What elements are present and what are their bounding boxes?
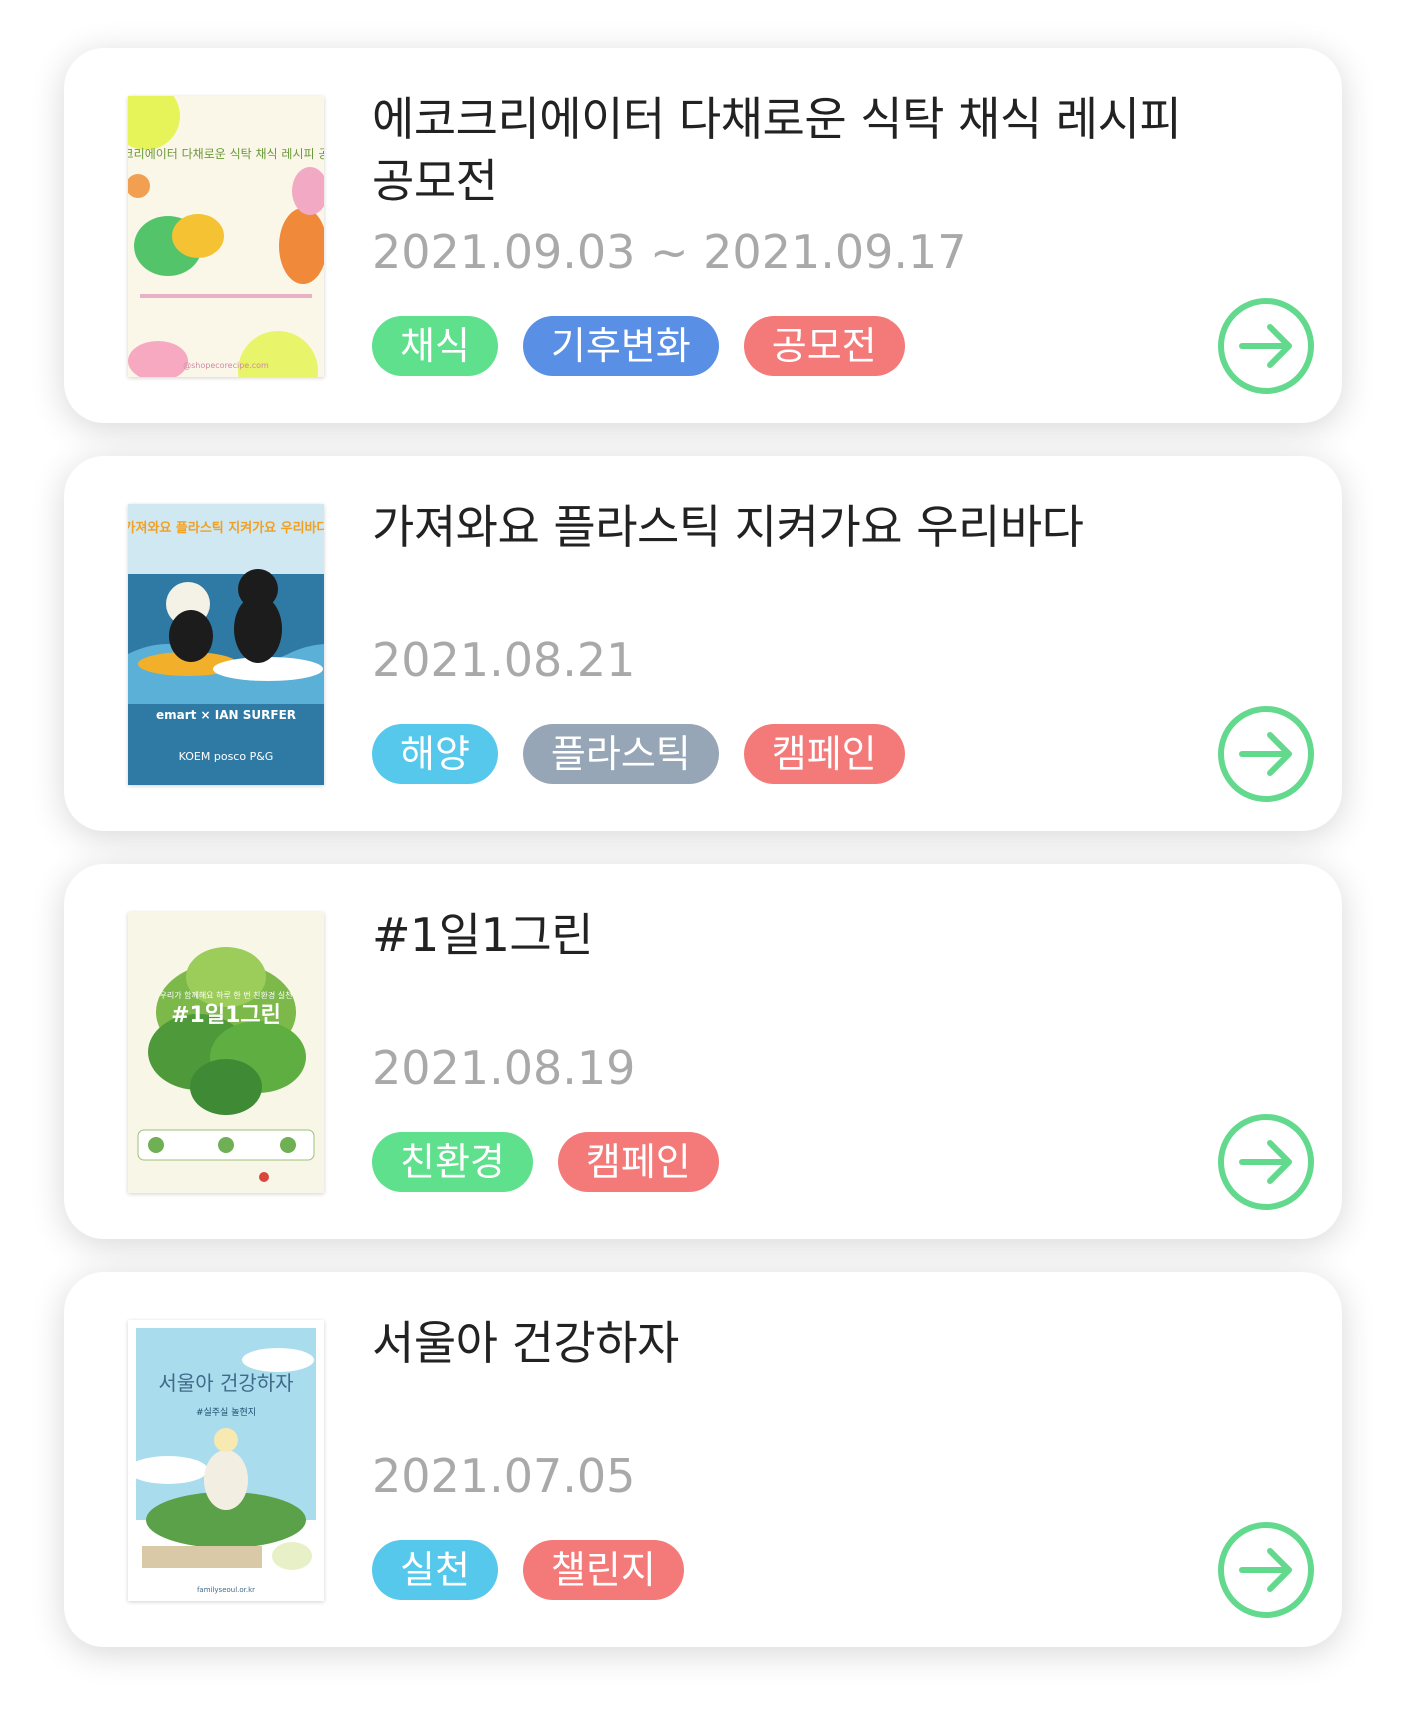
campaign-poster-image: 서울아 건강하자 #실주실 놀현지 familyseoul.or.kr [128, 1320, 324, 1601]
campaign-poster-image: 우리가 함께해요 하루 한 번 친환경 실천 #1일1그린 [128, 912, 324, 1193]
poster-heading: 가져와요 플라스틱 지켜가요 우리바다 [128, 520, 324, 536]
tag-badge[interactable]: 캠페인 [743, 724, 905, 784]
open-detail-button[interactable] [1216, 1520, 1316, 1620]
tag-badge[interactable]: 캠페인 [557, 1132, 719, 1192]
poster-footer: @shopecorecipe.com [183, 361, 269, 370]
poster-graphic: 가져와요 플라스틱 지켜가요 우리바다 emart × IAN SURFER K… [128, 504, 324, 785]
campaign-card[interactable]: 가져와요 플라스틱 지켜가요 우리바다 emart × IAN SURFER K… [64, 456, 1342, 831]
poster-footer: familyseoul.or.kr [197, 1586, 255, 1594]
tag-badge[interactable]: 채식 [372, 316, 498, 376]
poster-subheading: #실주실 놀현지 [196, 1407, 256, 1418]
campaign-card[interactable]: 서울아 건강하자 #실주실 놀현지 familyseoul.or.kr 서울아 … [64, 1272, 1342, 1647]
tag-badge[interactable]: 플라스틱 [522, 724, 719, 784]
tag-list: 채식 기후변화 공모전 [372, 316, 905, 376]
poster-brand: emart × IAN SURFER [156, 708, 296, 722]
poster-heading: 에코크리에이터 다채로운 식탁 채식 레시피 공모전 [128, 147, 324, 161]
arrow-right-circle-icon [1218, 1522, 1314, 1618]
campaign-poster-image: 가져와요 플라스틱 지켜가요 우리바다 emart × IAN SURFER K… [128, 504, 324, 785]
poster-graphic: 서울아 건강하자 #실주실 놀현지 familyseoul.or.kr [128, 1320, 324, 1601]
tag-badge[interactable]: 챌린지 [522, 1540, 684, 1600]
arrow-right-circle-icon [1218, 298, 1314, 394]
campaign-title: 에코크리에이터 다채로운 식탁 채식 레시피 공모전 [372, 92, 1182, 208]
arrow-right-circle-icon [1218, 1114, 1314, 1210]
campaign-card[interactable]: 에코크리에이터 다채로운 식탁 채식 레시피 공모전 @shopecorecip… [64, 48, 1342, 423]
campaign-date: 2021.07.05 [372, 1449, 636, 1503]
tag-badge[interactable]: 해양 [372, 724, 498, 784]
poster-heading: 서울아 건강하자 [158, 1371, 293, 1395]
poster-subheading: 우리가 함께해요 하루 한 번 친환경 실천 [159, 990, 292, 1000]
tag-list: 친환경 캠페인 [372, 1132, 719, 1192]
tag-badge[interactable]: 친환경 [372, 1132, 533, 1192]
campaign-card[interactable]: 우리가 함께해요 하루 한 번 친환경 실천 #1일1그린 #1일1그린 202… [64, 864, 1342, 1239]
campaign-poster-image: 에코크리에이터 다채로운 식탁 채식 레시피 공모전 @shopecorecip… [128, 96, 324, 377]
campaign-title: 서울아 건강하자 [372, 1316, 679, 1370]
arrow-right-circle-icon [1218, 706, 1314, 802]
tag-badge[interactable]: 실천 [372, 1540, 498, 1600]
tag-list: 해양 플라스틱 캠페인 [372, 724, 905, 784]
poster-graphic: 우리가 함께해요 하루 한 번 친환경 실천 #1일1그린 [128, 912, 324, 1193]
tag-list: 실천 챌린지 [372, 1540, 684, 1600]
tag-badge[interactable]: 공모전 [743, 316, 905, 376]
open-detail-button[interactable] [1216, 296, 1316, 396]
campaign-title: 가져와요 플라스틱 지켜가요 우리바다 [372, 500, 1084, 554]
campaign-list: 에코크리에이터 다채로운 식탁 채식 레시피 공모전 @shopecorecip… [64, 48, 1342, 1680]
campaign-date: 2021.08.19 [372, 1041, 636, 1095]
campaign-date: 2021.08.21 [372, 633, 636, 687]
poster-heading: #1일1그린 [171, 1003, 281, 1028]
open-detail-button[interactable] [1216, 704, 1316, 804]
poster-sponsors: KOEM posco P&G [179, 750, 274, 763]
open-detail-button[interactable] [1216, 1112, 1316, 1212]
campaign-title: #1일1그린 [372, 908, 594, 962]
tag-badge[interactable]: 기후변화 [522, 316, 719, 376]
poster-graphic: 에코크리에이터 다채로운 식탁 채식 레시피 공모전 @shopecorecip… [128, 96, 324, 377]
campaign-date: 2021.09.03 ~ 2021.09.17 [372, 225, 967, 279]
